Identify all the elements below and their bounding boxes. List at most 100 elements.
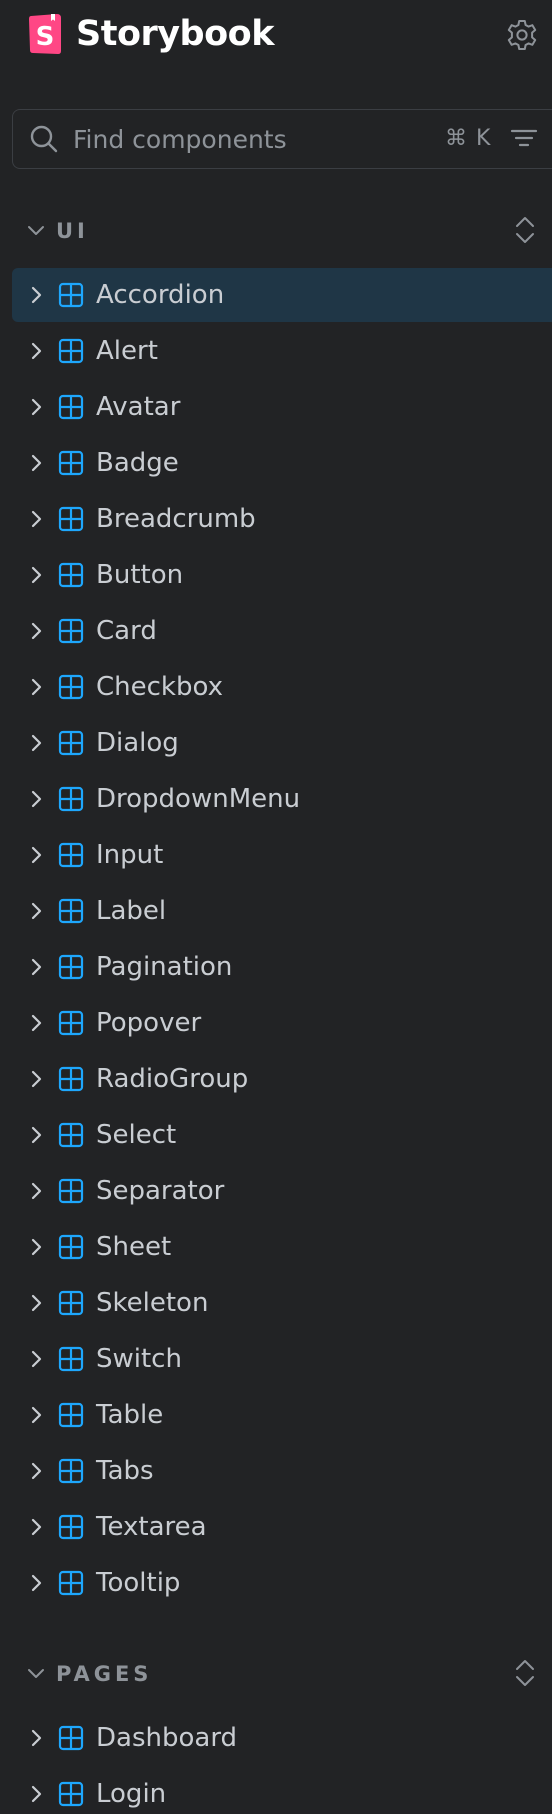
component-icon <box>58 1458 84 1484</box>
section-title: UI <box>56 219 89 243</box>
section-header-ui[interactable]: UI <box>0 208 552 254</box>
chevron-right-icon[interactable] <box>25 1783 47 1805</box>
chevron-right-icon[interactable] <box>25 1572 47 1594</box>
tree-item-radiogroup[interactable]: RadioGroup <box>12 1052 552 1106</box>
tree-item-card[interactable]: Card <box>12 604 552 658</box>
search-input[interactable] <box>71 120 435 158</box>
tree-item-label: Dashboard <box>96 1723 238 1753</box>
tree-item-pagination[interactable]: Pagination <box>12 940 552 994</box>
component-icon <box>58 1402 84 1428</box>
tree-item-skeleton[interactable]: Skeleton <box>12 1276 552 1330</box>
tree-item-label: Tooltip <box>96 1568 181 1598</box>
chevron-right-icon[interactable] <box>25 1727 47 1749</box>
chevron-right-icon[interactable] <box>25 1068 47 1090</box>
tree-item-alert[interactable]: Alert <box>12 324 552 378</box>
storybook-logo[interactable]: S <box>28 12 64 55</box>
tree-item-input[interactable]: Input <box>12 828 552 882</box>
component-icon <box>58 1234 84 1260</box>
chevron-right-icon[interactable] <box>25 900 47 922</box>
filter-icon <box>510 129 538 147</box>
search-box: ⌘ K <box>12 109 552 169</box>
tree-item-textarea[interactable]: Textarea <box>12 1500 552 1554</box>
component-icon <box>58 954 84 980</box>
tree-item-popover[interactable]: Popover <box>12 996 552 1050</box>
chevron-right-icon[interactable] <box>25 1012 47 1034</box>
tree-item-label: Label <box>96 896 167 926</box>
component-icon <box>58 1725 84 1751</box>
component-icon <box>58 282 84 308</box>
chevron-right-icon[interactable] <box>25 508 47 530</box>
expand-collapse-icon[interactable] <box>510 1653 540 1693</box>
tree-item-login[interactable]: Login <box>12 1767 552 1814</box>
tree-item-accordion[interactable]: Accordion <box>12 268 552 322</box>
tree-item-label: Sheet <box>96 1232 172 1262</box>
chevron-right-icon[interactable] <box>25 564 47 586</box>
chevron-right-icon[interactable] <box>25 732 47 754</box>
chevron-down-icon[interactable] <box>26 221 46 241</box>
section-header-pages[interactable]: PAGES <box>0 1651 552 1697</box>
tree-item-breadcrumb[interactable]: Breadcrumb <box>12 492 552 546</box>
expand-collapse-icon[interactable] <box>510 210 540 250</box>
tree-item-label: Switch <box>96 1344 182 1374</box>
chevron-right-icon[interactable] <box>25 676 47 698</box>
keyboard-shortcut-hint: ⌘ K <box>445 126 492 151</box>
tree-item-label: Skeleton <box>96 1288 209 1318</box>
chevron-right-icon[interactable] <box>25 284 47 306</box>
tree-item-dropdownmenu[interactable]: DropdownMenu <box>12 772 552 826</box>
chevron-right-icon[interactable] <box>25 1124 47 1146</box>
tree-item-avatar[interactable]: Avatar <box>12 380 552 434</box>
chevron-right-icon[interactable] <box>25 844 47 866</box>
gear-icon <box>507 20 537 50</box>
tree-item-checkbox[interactable]: Checkbox <box>12 660 552 714</box>
chevron-right-icon[interactable] <box>25 956 47 978</box>
chevron-right-icon[interactable] <box>25 788 47 810</box>
chevron-right-icon[interactable] <box>25 1292 47 1314</box>
tree-item-tabs[interactable]: Tabs <box>12 1444 552 1498</box>
chevron-down-icon[interactable] <box>26 1664 46 1684</box>
filter-button[interactable] <box>507 124 541 154</box>
component-icon <box>58 618 84 644</box>
tree-item-switch[interactable]: Switch <box>12 1332 552 1386</box>
component-icon <box>58 1122 84 1148</box>
tree-item-label: Alert <box>96 336 158 366</box>
chevron-right-icon[interactable] <box>25 340 47 362</box>
tree-item-label: Pagination <box>96 952 233 982</box>
chevron-right-icon[interactable] <box>25 1516 47 1538</box>
tree-item-label: Breadcrumb <box>96 504 256 534</box>
tree-item-label: Badge <box>96 448 179 478</box>
tree-item-table[interactable]: Table <box>12 1388 552 1442</box>
component-icon <box>58 1570 84 1596</box>
tree-item-label: DropdownMenu <box>96 784 301 814</box>
sidebar-header: S Storybook <box>0 0 552 70</box>
chevron-right-icon[interactable] <box>25 1460 47 1482</box>
tree-item-label: Avatar <box>96 392 181 422</box>
component-icon <box>58 1514 84 1540</box>
chevron-right-icon[interactable] <box>25 452 47 474</box>
tree-item-dialog[interactable]: Dialog <box>12 716 552 770</box>
chevron-right-icon[interactable] <box>25 620 47 642</box>
tree-item-label: Table <box>96 1400 164 1430</box>
component-icon <box>58 1781 84 1807</box>
chevron-right-icon[interactable] <box>25 1404 47 1426</box>
tree-item-label: Login <box>96 1779 167 1809</box>
tree-item-sheet[interactable]: Sheet <box>12 1220 552 1274</box>
settings-button[interactable] <box>504 17 540 53</box>
component-icon <box>58 1010 84 1036</box>
tree-item-label: Select <box>96 1120 177 1150</box>
tree-item-button[interactable]: Button <box>12 548 552 602</box>
tree-item-badge[interactable]: Badge <box>12 436 552 490</box>
tree-item-label: Button <box>96 560 184 590</box>
chevron-right-icon[interactable] <box>25 1180 47 1202</box>
chevron-right-icon[interactable] <box>25 396 47 418</box>
chevron-right-icon[interactable] <box>25 1236 47 1258</box>
component-icon <box>58 338 84 364</box>
tree-item-select[interactable]: Select <box>12 1108 552 1162</box>
tree-item-separator[interactable]: Separator <box>12 1164 552 1218</box>
tree-item-label[interactable]: Label <box>12 884 552 938</box>
tree-item-dashboard[interactable]: Dashboard <box>12 1711 552 1765</box>
component-icon <box>58 842 84 868</box>
tree-item-tooltip[interactable]: Tooltip <box>12 1556 552 1610</box>
tree-item-label: Tabs <box>96 1456 154 1486</box>
chevron-right-icon[interactable] <box>25 1348 47 1370</box>
tree-item-label: Separator <box>96 1176 225 1206</box>
